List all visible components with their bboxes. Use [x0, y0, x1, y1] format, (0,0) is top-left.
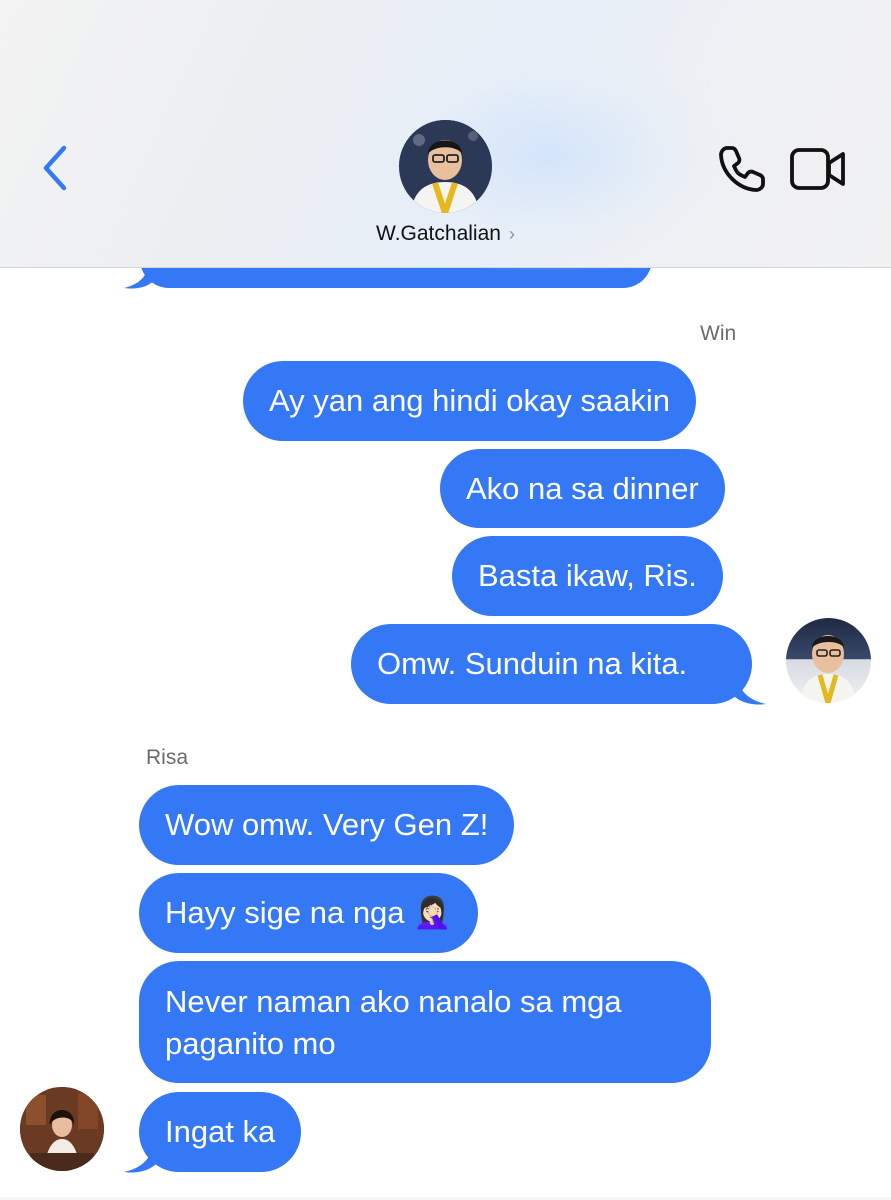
video-camera-icon — [790, 148, 845, 190]
sender-label-risa: Risa — [146, 746, 189, 769]
chevron-right-icon: › — [508, 224, 515, 244]
chat-screen: Win Ay yan ang hindi okay saakin Ako na … — [0, 0, 891, 1200]
avatar-win[interactable] — [786, 618, 871, 703]
back-button[interactable] — [34, 140, 82, 196]
video-call-button[interactable] — [789, 146, 847, 192]
avatar-image — [399, 120, 492, 213]
chat-header: W.Gatchalian › — [0, 0, 891, 270]
message-bubble[interactable]: Never naman ako nanalo sa mga paganito m… — [139, 961, 711, 1083]
phone-icon — [719, 146, 765, 192]
message-bubble[interactable]: Ingat ka — [139, 1092, 302, 1172]
chevron-left-icon — [43, 145, 67, 191]
avatar-risa[interactable] — [20, 1087, 104, 1171]
message-bubble[interactable]: Hayy sige na nga 🤦🏻‍♀️ — [139, 873, 478, 953]
message-bubble[interactable]: Wow omw. Very Gen Z! — [139, 785, 515, 865]
message-bubble[interactable]: Ay yan ang hindi okay saakin — [243, 361, 696, 441]
message-bubble[interactable]: Ako na sa dinner — [440, 449, 725, 528]
avatar-image — [800, 635, 856, 703]
message-bubble[interactable]: Omw. Sunduin na kita. — [351, 624, 752, 704]
sender-label-win: Win — [700, 322, 737, 345]
bubble-tail — [734, 676, 766, 705]
contact-name-button[interactable]: W.Gatchalian › — [0, 222, 891, 250]
contact-avatar[interactable] — [399, 120, 492, 213]
contact-name: W.Gatchalian — [376, 222, 501, 245]
avatar-image — [20, 1087, 104, 1171]
message-bubble[interactable]: Basta ikaw, Ris. — [452, 536, 723, 616]
phone-call-button[interactable] — [716, 143, 768, 195]
bubble-tail — [124, 1144, 156, 1173]
